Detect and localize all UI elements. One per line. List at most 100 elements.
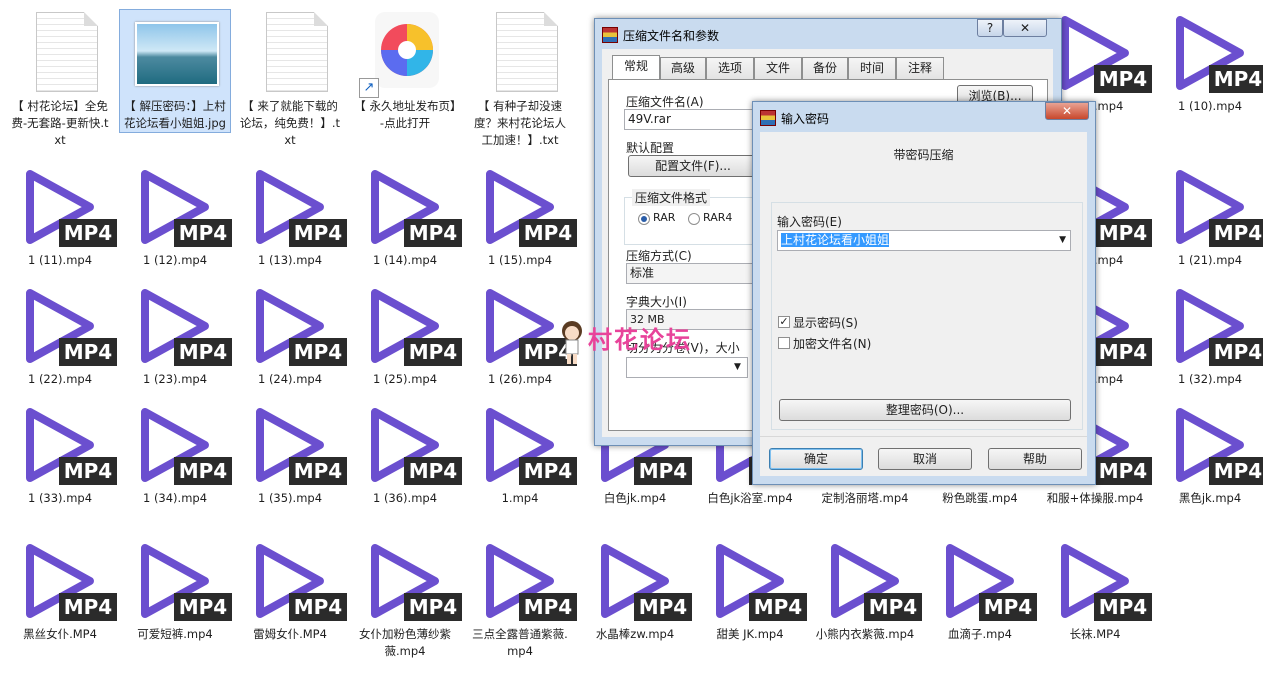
file-item[interactable]: MP4 三点全露普通紫薇.mp4 [465,538,577,660]
file-thumbnail: MP4 [1049,538,1152,624]
file-thumbnail: MP4 [129,402,232,488]
file-item[interactable]: MP4 1 (33).mp4 [5,402,117,507]
file-item[interactable]: 【 村花论坛】全免费-无套路-更新快.txt [5,10,115,149]
file-item[interactable]: MP4 女仆加粉色薄纱紫薇.mp4 [350,538,462,660]
file-item[interactable]: MP4 1 (25).mp4 [350,283,462,388]
tab-advanced[interactable]: 高级 [660,57,706,79]
password-heading: 带密码压缩 [893,148,954,162]
file-name: 【 来了就能下载的论坛，纯免费！】.txt [239,99,341,147]
file-item[interactable]: MP4 1 (10).mp4 [1155,10,1263,115]
mp4-badge: MP4 [519,457,577,485]
tab-options[interactable]: 选项 [706,57,754,79]
password-input[interactable]: 上村花论坛看小姐姐 ▼ [777,230,1071,251]
file-item[interactable]: MP4 1.mp4 [465,402,577,507]
file-name: 【 有种子却没速度？来村花论坛人工加速！】.txt [474,99,566,147]
file-item[interactable]: MP4 长袜.MP4 [1040,538,1152,643]
file-thumbnail: MP4 [359,538,462,624]
file-thumbnail: MP4 [359,283,462,369]
file-item[interactable]: MP4 黑色jk.mp4 [1155,402,1263,507]
mp4-badge: MP4 [749,593,807,621]
file-item[interactable]: 【 有种子却没速度？来村花论坛人工加速！】.txt [465,10,575,149]
file-item[interactable]: MP4 黑丝女仆.MP4 [5,538,117,643]
file-item[interactable]: MP4 1 (35).mp4 [235,402,347,507]
file-name: 1 (23).mp4 [142,372,208,386]
file-name: 1 (12).mp4 [142,253,208,267]
mp4-badge: MP4 [289,457,347,485]
file-name: 1 (32).mp4 [1177,372,1243,386]
file-item[interactable]: MP4 1 (14).mp4 [350,164,462,269]
mp4-badge: MP4 [519,593,577,621]
mp4-badge: MP4 [289,593,347,621]
file-item[interactable]: MP4 1 (22).mp4 [5,283,117,388]
mp4-badge: MP4 [1209,65,1263,93]
file-name: 水晶棒zw.mp4 [595,627,675,641]
file-thumbnail: MP4 [244,538,347,624]
mp4-badge: MP4 [404,593,462,621]
close-icon[interactable]: ✕ [1003,19,1047,37]
file-item[interactable]: MP4 1 (21).mp4 [1155,164,1263,269]
profile-button[interactable]: 配置文件(F)... [628,155,758,177]
format-rar-radio[interactable] [638,213,650,225]
file-item[interactable]: 【 解压密码：】上村花论坛看小姐姐.jpg [119,9,231,133]
tab-general[interactable]: 常规 [612,55,660,79]
file-item[interactable]: MP4 小熊内衣紫薇.mp4 [810,538,922,643]
file-item[interactable]: MP4 1 (36).mp4 [350,402,462,507]
file-name: 1 (13).mp4 [257,253,323,267]
file-item[interactable]: MP4 可爱短裤.mp4 [120,538,232,643]
encrypt-names-checkbox[interactable] [778,337,790,349]
method-select[interactable]: 标准 [626,263,754,284]
tab-files[interactable]: 文件 [754,57,802,79]
format-rar4-radio[interactable] [688,213,700,225]
file-name: 1 (25).mp4 [372,372,438,386]
file-thumbnail: MP4 [1164,10,1263,96]
winrar-icon [760,110,776,126]
file-thumbnail: MP4 [1164,164,1263,250]
archive-dialog-titlebar[interactable]: 压缩文件名和参数 ? ✕ [595,19,1061,49]
file-item[interactable]: MP4 1 (12).mp4 [120,164,232,269]
chevron-down-icon[interactable]: ▼ [734,362,741,372]
tab-time[interactable]: 时间 [848,57,896,79]
file-item[interactable]: MP4 1 (15).mp4 [465,164,577,269]
password-dialog-title: 输入密码 [781,112,830,126]
text-file-icon [496,12,558,92]
file-item[interactable]: MP4 甜美 JK.mp4 [695,538,807,643]
file-thumbnail: MP4 [1164,402,1263,488]
file-name: 1 (21).mp4 [1177,253,1243,267]
file-name: 白色jk.mp4 [603,491,667,505]
file-item[interactable]: MP4 1 (23).mp4 [120,283,232,388]
chevron-down-icon[interactable]: ▼ [1059,231,1066,250]
ok-button[interactable]: 确定 [769,448,863,470]
file-name: 1 (14).mp4 [372,253,438,267]
password-selected-text: 上村花论坛看小姐姐 [781,233,890,247]
file-item[interactable]: MP4 1 (34).mp4 [120,402,232,507]
password-dialog: 输入密码 ✕ 带密码压缩 输入密码(E) 上村花论坛看小姐姐 ▼ ✓ 显示密码(… [752,101,1096,485]
file-name: 定制洛丽塔.mp4 [821,491,909,505]
file-name: 长袜.MP4 [1069,627,1121,641]
file-item[interactable]: MP4 雷姆女仆.MP4 [235,538,347,643]
file-item[interactable]: MP4 水晶棒zw.mp4 [580,538,692,643]
file-item[interactable]: MP4 1 (11).mp4 [5,164,117,269]
file-name: 1 (22).mp4 [27,372,93,386]
winrar-icon [602,27,618,43]
file-item[interactable]: MP4 1 (32).mp4 [1155,283,1263,388]
tab-backup[interactable]: 备份 [802,57,848,79]
mp4-badge: MP4 [1094,65,1152,93]
help-title-button[interactable]: ? [977,19,1003,37]
show-password-checkbox[interactable]: ✓ [778,316,790,328]
file-item[interactable]: MP4 1 (24).mp4 [235,283,347,388]
image-thumbnail [135,22,219,86]
file-thumbnail: MP4 [129,164,232,250]
tab-strip: 常规 高级 选项 文件 备份 时间 注释 [608,55,1048,79]
password-dialog-titlebar[interactable]: 输入密码 ✕ [753,102,1095,132]
text-file-icon [266,12,328,92]
file-item[interactable]: MP4 1 (13).mp4 [235,164,347,269]
help-button[interactable]: 帮助 [988,448,1082,470]
file-item[interactable]: 【 来了就能下载的论坛，纯免费！】.txt [235,10,345,149]
cancel-button[interactable]: 取消 [878,448,972,470]
organize-passwords-button[interactable]: 整理密码(O)... [779,399,1071,421]
file-item[interactable]: ↗ 【 永久地址发布页】-点此打开 [350,10,460,132]
file-item[interactable]: MP4 血滴子.mp4 [925,538,1037,643]
tab-comment[interactable]: 注释 [896,57,944,79]
mp4-badge: MP4 [289,219,347,247]
close-icon[interactable]: ✕ [1045,102,1089,120]
